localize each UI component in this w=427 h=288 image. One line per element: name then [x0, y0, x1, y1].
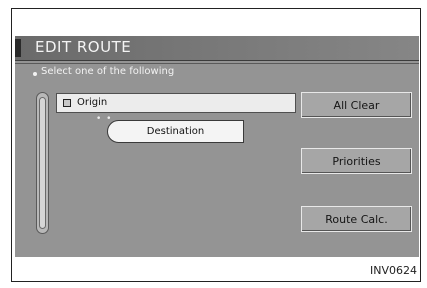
all-clear-button[interactable]: All Clear	[301, 92, 412, 118]
list-item-origin[interactable]: Origin	[56, 93, 296, 113]
origin-label: Origin	[77, 97, 108, 108]
page-title: EDIT ROUTE	[35, 38, 132, 56]
title-divider	[15, 60, 419, 61]
instruction-text: Select one of the following	[41, 66, 175, 77]
nav-screen: EDIT ROUTE Select one of the following O…	[15, 36, 419, 257]
priorities-label: Priorities	[332, 155, 381, 168]
square-bullet-icon	[63, 99, 71, 107]
route-calc-label: Route Calc.	[325, 213, 388, 226]
title-bar: EDIT ROUTE	[15, 36, 419, 60]
route-calc-button[interactable]: Route Calc.	[301, 206, 412, 232]
title-accent	[15, 39, 21, 57]
scrollbar-thumb[interactable]	[39, 97, 46, 229]
list-item-destination[interactable]: Destination	[107, 120, 244, 143]
all-clear-label: All Clear	[333, 99, 380, 112]
scrollbar[interactable]	[36, 92, 49, 234]
figure-caption: INV0624	[370, 264, 417, 277]
destination-label: Destination	[146, 126, 205, 137]
priorities-button[interactable]: Priorities	[301, 148, 412, 174]
bullet-dot-icon	[33, 72, 37, 76]
title-divider-lower	[15, 63, 419, 64]
